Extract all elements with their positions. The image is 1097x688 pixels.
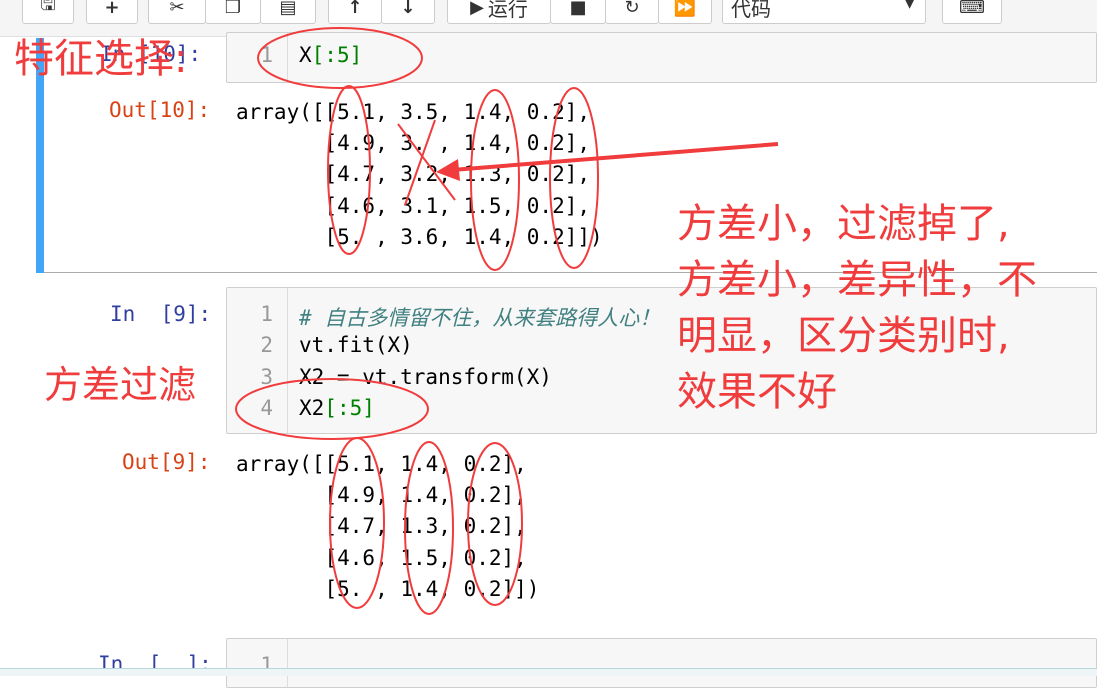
annotation-feature-selection: 特征选择: (14, 36, 188, 82)
annotation-note-line: 方差小，差异性，不 (677, 257, 1037, 303)
annotation-circle (327, 85, 371, 255)
annotation-arrow (436, 142, 779, 181)
annotation-note-line: 明显，区分类别时, (677, 313, 1010, 359)
annotation-circle (470, 89, 520, 271)
annotation-cross (404, 119, 436, 206)
annotation-circle (329, 437, 385, 609)
annotation-circle (235, 378, 429, 440)
annotation-circle (467, 442, 523, 606)
annotation-circle (404, 441, 454, 615)
annotation-circle (549, 87, 599, 269)
annotation-note: 方差小，过滤掉了, 方差小，差异性，不 明显，区分类别时, 效果不好 (677, 196, 1037, 420)
annotation-variance-filter: 方差过滤 (44, 363, 197, 407)
annotation-note-line: 效果不好 (677, 369, 837, 415)
annotation-circle (257, 27, 423, 89)
annotation-cross (397, 123, 456, 201)
annotation-note-line: 方差小，过滤掉了, (677, 201, 1010, 247)
